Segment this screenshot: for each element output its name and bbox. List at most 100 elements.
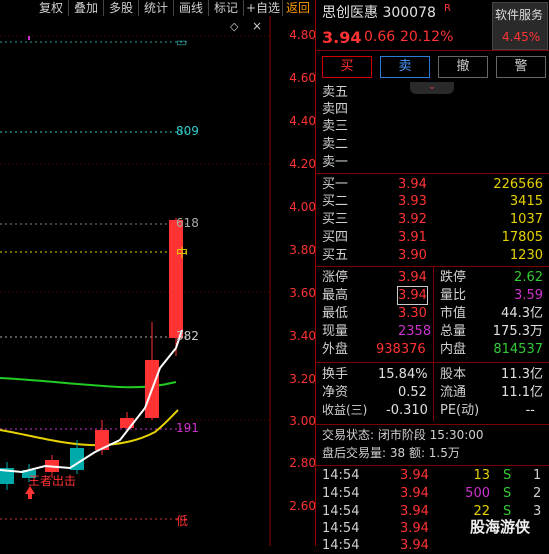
stat-label: 换手 xyxy=(322,367,349,382)
bid-volume: 226566 xyxy=(493,177,543,192)
stat-value: -- xyxy=(525,403,535,418)
stock-title: 思创医惠 300078 xyxy=(322,2,436,22)
watermark: 股海游侠 xyxy=(470,518,531,536)
close-icon[interactable]: × xyxy=(252,19,262,33)
price-change: 0.66 xyxy=(364,29,396,45)
y-tick: 4.40 xyxy=(289,114,316,128)
tick-time: 14:54 xyxy=(322,504,360,519)
fib-label-191: 191 xyxy=(176,421,199,435)
bid-price: 3.90 xyxy=(398,248,427,263)
diamond-icon[interactable]: ◇ xyxy=(230,20,238,33)
y-tick: 4.60 xyxy=(289,71,316,85)
bid-label: 买五 xyxy=(322,248,349,263)
tick-side: S xyxy=(503,468,512,483)
ask-label: 卖五 xyxy=(322,85,349,100)
tick-count: 1 xyxy=(533,468,542,483)
y-tick: 3.80 xyxy=(289,243,316,257)
stat-value: 938376 xyxy=(376,342,426,357)
stat-value: 44.3亿 xyxy=(501,306,543,321)
stat-label: 内盘 xyxy=(440,342,467,357)
ask-label: 卖三 xyxy=(322,119,349,134)
y-tick: 4.80 xyxy=(289,28,316,42)
tick-price: 3.94 xyxy=(400,468,429,483)
fib-label-618: 618 xyxy=(176,216,199,230)
stat-label: 外盘 xyxy=(322,342,349,357)
buy-button[interactable]: 买 xyxy=(322,56,372,78)
y-tick: 3.20 xyxy=(289,372,316,386)
stat-label: 最高 xyxy=(322,288,349,303)
stat-value: 0.52 xyxy=(398,385,427,400)
stat-label: PE(动) xyxy=(440,403,480,418)
stat-label: 跌停 xyxy=(440,270,467,285)
sector-pct: 4.45% xyxy=(502,30,541,44)
stat-value: 3.30 xyxy=(398,306,427,321)
y-tick: 2.80 xyxy=(289,456,316,470)
bid-label: 买一 xyxy=(322,177,349,192)
stat-value: 3.59 xyxy=(514,288,543,303)
toolbar-draw[interactable]: 画线 xyxy=(174,0,209,16)
bid-label: 买二 xyxy=(322,194,349,209)
last-price: 3.94 xyxy=(322,28,362,47)
stat-label: 净资 xyxy=(322,385,349,400)
bid-label: 买四 xyxy=(322,230,349,245)
tick-price: 3.94 xyxy=(400,486,429,501)
expand-icon[interactable]: ⌄ xyxy=(410,82,454,94)
stat-value: 3.94 xyxy=(397,286,428,305)
toolbar-stats[interactable]: 统计 xyxy=(139,0,174,16)
stock-r-mark: R xyxy=(444,3,451,14)
tick-side: S xyxy=(503,486,512,501)
stat-value: 15.84% xyxy=(378,367,428,382)
cancel-order-button[interactable]: 撤 xyxy=(438,56,488,78)
bid-volume: 1230 xyxy=(509,248,543,263)
fib-label-382: 382 xyxy=(176,329,199,343)
tick-volume: 500 xyxy=(465,486,490,501)
stat-label: 市值 xyxy=(440,306,467,321)
tick-time: 14:54 xyxy=(322,468,360,483)
bid-price: 3.93 xyxy=(398,194,427,209)
tick-price: 3.94 xyxy=(400,504,429,519)
stat-value: -0.310 xyxy=(386,403,428,418)
bid-volume: 3415 xyxy=(509,194,543,209)
stock-code: 300078 xyxy=(382,5,436,21)
bid-price: 3.91 xyxy=(398,230,427,245)
tick-time: 14:54 xyxy=(322,486,360,501)
tick-count: 3 xyxy=(533,504,542,519)
stat-value: 11.3亿 xyxy=(501,367,543,382)
toolbar-overlay[interactable]: 叠加 xyxy=(69,0,104,16)
ask-label: 卖四 xyxy=(322,102,349,117)
tick-price: 3.94 xyxy=(400,521,429,536)
toolbar-fuquan[interactable]: 复权 xyxy=(34,0,69,16)
tick-volume: 13 xyxy=(473,468,490,483)
stat-label: 现量 xyxy=(322,324,349,339)
fib-label-809: 809 xyxy=(176,124,199,138)
sell-button[interactable]: 卖 xyxy=(380,56,430,78)
toolbar-mark[interactable]: 标记 xyxy=(209,0,244,16)
bid-price: 3.92 xyxy=(398,212,427,227)
bid-volume: 17805 xyxy=(501,230,543,245)
stat-value: 2358 xyxy=(398,324,432,339)
stat-label: 总量 xyxy=(440,324,467,339)
alert-button[interactable]: 警 xyxy=(496,56,546,78)
stat-value: 3.94 xyxy=(398,270,427,285)
stat-label: 股本 xyxy=(440,367,467,382)
stat-value: 2.62 xyxy=(514,270,543,285)
ask-label: 卖二 xyxy=(322,137,349,152)
fib-label-mid: 中 xyxy=(176,246,189,260)
toolbar-add-watchlist[interactable]: +自选 xyxy=(244,0,283,16)
y-tick: 3.00 xyxy=(289,414,316,428)
stat-label: 量比 xyxy=(440,288,467,303)
fib-label-top: ▭ xyxy=(176,35,188,49)
kline-chart[interactable]: ◇ × 4.80 4.60 4.40 4.20 4.00 3.80 3.60 3… xyxy=(0,16,316,546)
chart-toolbar: 复权 叠加 多股 统计 画线 标记 +自选 返回 xyxy=(0,0,315,16)
stat-label: 收益(三) xyxy=(322,403,368,417)
toolbar-return[interactable]: 返回 xyxy=(283,0,313,16)
stat-label: 流通 xyxy=(440,385,467,400)
tick-time: 14:54 xyxy=(322,521,360,536)
y-tick: 3.40 xyxy=(289,329,316,343)
stat-value: 814537 xyxy=(493,342,543,357)
toolbar-multistock[interactable]: 多股 xyxy=(104,0,139,16)
bid-label: 买三 xyxy=(322,212,349,227)
bid-volume: 1037 xyxy=(509,212,543,227)
stat-value: 175.3万 xyxy=(492,324,543,339)
y-tick: 3.60 xyxy=(289,286,316,300)
